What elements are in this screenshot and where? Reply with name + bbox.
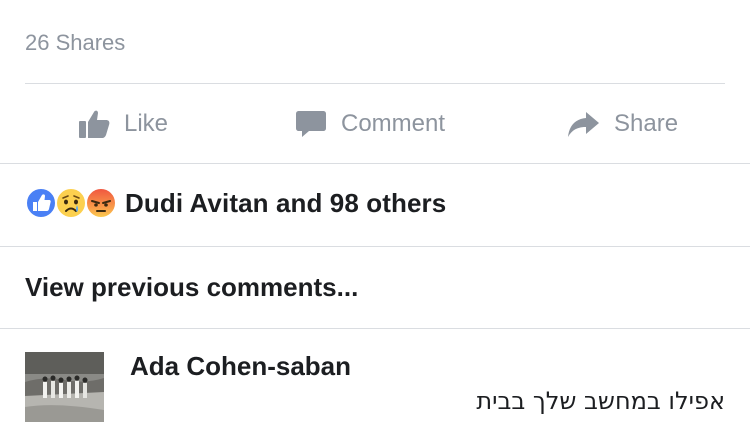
- angry-reaction-icon: [85, 187, 117, 219]
- thumbs-up-icon: [78, 109, 110, 139]
- reaction-icons: [25, 187, 117, 219]
- divider: [0, 328, 750, 329]
- like-label: Like: [124, 109, 169, 137]
- share-label: Share: [614, 109, 679, 137]
- sad-reaction-icon: [55, 187, 87, 219]
- comment-label: Comment: [341, 109, 446, 137]
- reactions-summary[interactable]: Dudi Avitan and 98 others: [25, 187, 446, 219]
- view-previous-comments-link[interactable]: View previous comments...: [25, 272, 358, 303]
- shares-count[interactable]: 26 Shares: [25, 30, 125, 56]
- divider: [0, 163, 750, 164]
- comment-text: אפילו במחשב שלך בבית: [476, 387, 725, 415]
- divider: [0, 246, 750, 247]
- comment-author[interactable]: Ada Cohen-saban: [130, 351, 351, 382]
- reactions-summary-text: Dudi Avitan and 98 others: [125, 187, 447, 218]
- like-reaction-icon: [25, 187, 57, 219]
- share-arrow-icon: [566, 110, 600, 138]
- action-bar: Like Comment Share: [0, 84, 750, 163]
- speech-bubble-icon: [295, 109, 327, 139]
- commenter-avatar[interactable]: [25, 352, 104, 422]
- share-button[interactable]: Share: [566, 84, 678, 163]
- comment-button[interactable]: Comment: [295, 84, 445, 163]
- like-button[interactable]: Like: [78, 84, 168, 163]
- post-footer: 26 Shares Like Comment Share Dudi Avitan…: [0, 0, 750, 422]
